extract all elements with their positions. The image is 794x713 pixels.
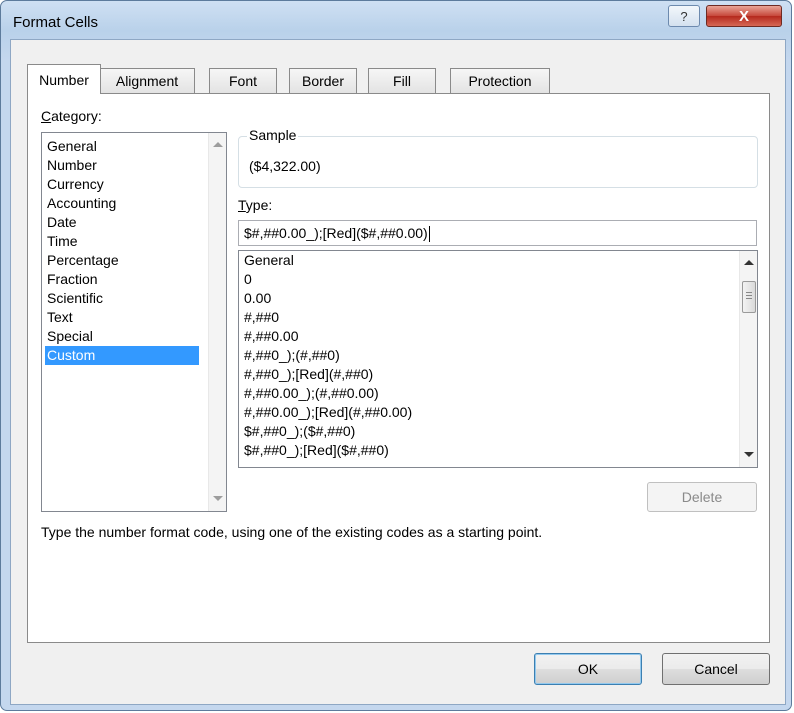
format-item[interactable]: 0.00 bbox=[244, 289, 271, 308]
format-code-list[interactable]: General 0 0.00 #,##0 #,##0.00 #,##0_);(#… bbox=[238, 250, 758, 468]
tab-fill[interactable]: Fill bbox=[368, 68, 436, 93]
tab-number[interactable]: Number bbox=[27, 64, 101, 94]
format-item[interactable]: #,##0 bbox=[244, 308, 279, 327]
category-item-custom[interactable]: Custom bbox=[45, 346, 199, 365]
dialog-client-area: Number Alignment Font Border Fill Protec… bbox=[10, 39, 786, 705]
sample-value: ($4,322.00) bbox=[249, 158, 321, 174]
category-item-percentage[interactable]: Percentage bbox=[45, 251, 199, 270]
scroll-up-icon[interactable] bbox=[213, 142, 223, 147]
format-cells-dialog: Format Cells ? X Number Alignment Font B… bbox=[0, 0, 792, 711]
category-item-general[interactable]: General bbox=[45, 137, 199, 156]
format-item[interactable]: $#,##0_);[Red]($#,##0) bbox=[244, 441, 389, 460]
tab-alignment[interactable]: Alignment bbox=[99, 68, 195, 93]
description-text: Type the number format code, using one o… bbox=[41, 524, 543, 540]
category-item-text[interactable]: Text bbox=[45, 308, 199, 327]
category-item-accounting[interactable]: Accounting bbox=[45, 194, 199, 213]
type-label: Type: bbox=[238, 197, 273, 213]
format-item[interactable]: #,##0.00_);(#,##0.00) bbox=[244, 384, 379, 403]
category-scrollbar[interactable] bbox=[208, 133, 226, 511]
category-item-fraction[interactable]: Fraction bbox=[45, 270, 199, 289]
tab-font[interactable]: Font bbox=[209, 68, 277, 93]
format-item[interactable]: $#,##0_);($#,##0) bbox=[244, 422, 355, 441]
format-item[interactable]: 0 bbox=[244, 270, 252, 289]
scroll-down-icon[interactable] bbox=[213, 496, 223, 501]
category-item-number[interactable]: Number bbox=[45, 156, 199, 175]
cancel-button[interactable]: Cancel bbox=[662, 653, 770, 685]
format-list-scrollbar[interactable] bbox=[739, 251, 757, 467]
category-item-special[interactable]: Special bbox=[45, 327, 199, 346]
category-item-currency[interactable]: Currency bbox=[45, 175, 199, 194]
format-item[interactable]: #,##0_);[Red](#,##0) bbox=[244, 365, 373, 384]
dialog-title: Format Cells bbox=[13, 14, 99, 31]
category-label: Category: bbox=[41, 108, 102, 124]
format-item[interactable]: General bbox=[244, 251, 294, 270]
help-button[interactable]: ? bbox=[668, 5, 700, 27]
close-icon: X bbox=[738, 7, 749, 25]
scroll-up-icon[interactable] bbox=[744, 260, 754, 265]
scroll-thumb[interactable] bbox=[742, 281, 756, 313]
number-tab-panel: Category: General Number Currency Accoun… bbox=[27, 93, 770, 643]
ok-button[interactable]: OK bbox=[534, 653, 642, 685]
sample-group: Sample ($4,322.00) bbox=[238, 127, 758, 188]
close-button[interactable]: X bbox=[706, 5, 782, 27]
tab-protection[interactable]: Protection bbox=[450, 68, 550, 93]
delete-button[interactable]: Delete bbox=[647, 482, 757, 512]
format-item[interactable]: #,##0.00_);[Red](#,##0.00) bbox=[244, 403, 412, 422]
category-list[interactable]: General Number Currency Accounting Date … bbox=[41, 132, 227, 512]
scroll-down-icon[interactable] bbox=[744, 452, 754, 457]
type-input[interactable]: $#,##0.00_);[Red]($#,##0.00) bbox=[238, 220, 757, 246]
category-item-scientific[interactable]: Scientific bbox=[45, 289, 199, 308]
category-item-time[interactable]: Time bbox=[45, 232, 199, 251]
help-icon: ? bbox=[680, 8, 688, 24]
text-caret bbox=[428, 226, 430, 243]
category-item-date[interactable]: Date bbox=[45, 213, 199, 232]
sample-label: Sample bbox=[247, 127, 299, 143]
format-item[interactable]: #,##0_);(#,##0) bbox=[244, 346, 340, 365]
tab-border[interactable]: Border bbox=[289, 68, 357, 93]
format-item[interactable]: #,##0.00 bbox=[244, 327, 299, 346]
